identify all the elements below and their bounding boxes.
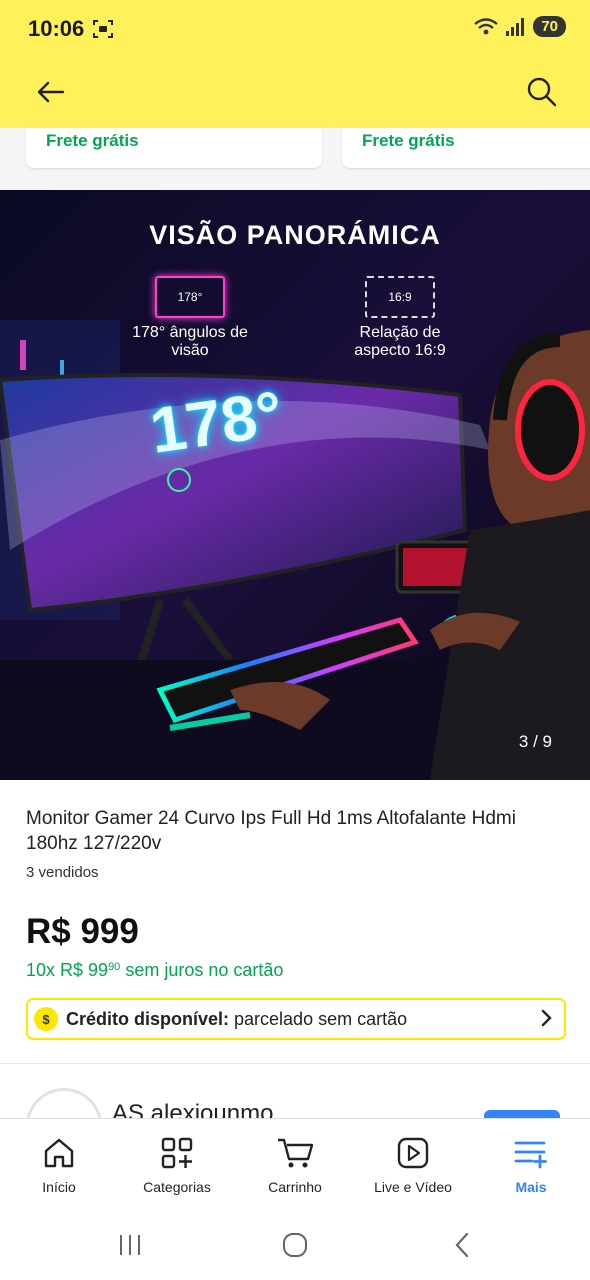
- shipping-card[interactable]: Frete grátis: [342, 128, 590, 168]
- status-bar: 10:06 70: [0, 0, 590, 60]
- categories-icon: [161, 1137, 193, 1169]
- product-price: R$ 999: [26, 912, 139, 951]
- free-shipping-label: Frete grátis: [46, 131, 139, 150]
- search-icon: [527, 77, 557, 107]
- angle-badge-box: 178°: [155, 276, 225, 318]
- search-button[interactable]: [522, 72, 562, 112]
- back-chevron-icon: [455, 1232, 469, 1258]
- credit-text: Crédito disponível: parcelado sem cartão: [66, 1009, 407, 1030]
- aspect-ratio-badge: 16:9 Relação de aspecto 16:9: [336, 276, 464, 360]
- section-divider: [0, 1063, 590, 1064]
- chevron-right-icon: [541, 1009, 552, 1027]
- arrow-left-icon: [37, 81, 65, 103]
- status-time: 10:06: [28, 16, 85, 41]
- back-button[interactable]: [30, 74, 70, 110]
- nav-item-inicio[interactable]: Início: [0, 1133, 118, 1195]
- nav-label: Início: [42, 1179, 76, 1195]
- battery-indicator: 70: [533, 16, 566, 37]
- sold-count: 3 vendidos: [26, 864, 99, 881]
- home-system-button[interactable]: [275, 1228, 315, 1262]
- home-circle-icon: [283, 1233, 307, 1257]
- nav-label: Carrinho: [268, 1179, 322, 1195]
- recent-apps-icon: [120, 1235, 140, 1255]
- installments-prefix: 10x R$ 99: [26, 960, 109, 980]
- product-image-gallery[interactable]: VISÃO PANORÁMICA 178° 178° ângulos de vi…: [0, 190, 590, 780]
- nav-item-live-video[interactable]: Live e Vídeo: [354, 1133, 472, 1195]
- wifi-icon: [474, 17, 499, 34]
- system-navigation-bar: [0, 1210, 590, 1280]
- angle-badge-text: 178° ângulos de visão: [132, 324, 248, 359]
- product-title: Monitor Gamer 24 Curvo Ips Full Hd 1ms A…: [26, 808, 516, 854]
- video-play-icon: [397, 1137, 429, 1169]
- status-indicators: 70: [473, 16, 566, 37]
- product-photo: [0, 190, 590, 780]
- bottom-navigation: Início Categorias Carrinho Live e Vídeo …: [0, 1118, 590, 1211]
- coin-icon: $: [34, 1007, 58, 1031]
- ratio-badge-box: 16:9: [365, 276, 435, 318]
- shipping-card[interactable]: Frete grátis: [26, 128, 322, 168]
- screen-record-icon: [93, 20, 113, 38]
- shipping-carousel: Frete grátis Frete grátis: [0, 128, 590, 190]
- viewing-angle-badge: 178° 178° ângulos de visão: [130, 276, 250, 360]
- nav-label: Categorias: [143, 1179, 211, 1195]
- nav-item-mais[interactable]: Mais: [472, 1133, 590, 1195]
- menu-plus-icon: [514, 1141, 547, 1169]
- installments-info: 10x R$ 9990 sem juros no cartão: [26, 960, 283, 981]
- credit-label: Crédito disponível:: [66, 1008, 230, 1029]
- nav-label: Live e Vídeo: [374, 1179, 452, 1195]
- recent-apps-button[interactable]: [110, 1228, 150, 1262]
- app-header: 10:06 70: [0, 0, 590, 128]
- cart-icon: [278, 1138, 314, 1168]
- signal-icon: [506, 17, 525, 36]
- installments-suffix: sem juros no cartão: [120, 960, 284, 980]
- nav-item-categorias[interactable]: Categorias: [118, 1133, 236, 1195]
- credit-value: parcelado sem cartão: [229, 1008, 408, 1029]
- image-headline: VISÃO PANORÁMICA: [149, 220, 441, 250]
- ratio-badge-text: Relação de aspecto 16:9: [354, 324, 446, 359]
- nav-item-carrinho[interactable]: Carrinho: [236, 1133, 354, 1195]
- gallery-counter: 3 / 9: [518, 732, 552, 751]
- installments-cents: 90: [108, 961, 121, 973]
- home-icon: [44, 1138, 74, 1168]
- free-shipping-label: Frete grátis: [362, 131, 455, 150]
- credit-available-banner[interactable]: $ Crédito disponível: parcelado sem cart…: [26, 998, 566, 1040]
- system-back-button[interactable]: [442, 1228, 482, 1262]
- nav-label: Mais: [515, 1179, 547, 1195]
